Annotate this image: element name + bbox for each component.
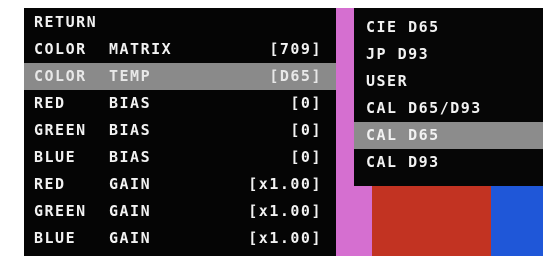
submenu-item-label: CIE D65 (366, 18, 440, 36)
menu-item-value: [709] (269, 40, 322, 58)
submenu-item-cal-d65-d93[interactable]: CAL D65/D93 (354, 95, 543, 122)
menu-item-label-2: BIAS (109, 94, 152, 112)
menu-item-label: RETURN (34, 13, 98, 31)
submenu-item-cal-d65[interactable]: CAL D65 (354, 122, 543, 149)
menu-item-value: [0] (290, 148, 322, 166)
menu-item-label-2: GAIN (109, 175, 152, 193)
menu-item-blue-bias[interactable]: BLUE BIAS [0] (24, 144, 336, 171)
menu-item-color-matrix[interactable]: COLOR MATRIX [709] (24, 36, 336, 63)
submenu-item-cie-d65[interactable]: CIE D65 (354, 14, 543, 41)
menu-item-green-gain[interactable]: GREEN GAIN [x1.00] (24, 198, 336, 225)
menu-item-value: [x1.00] (248, 229, 322, 247)
submenu-item-user[interactable]: USER (354, 68, 543, 95)
submenu-item-jp-d93[interactable]: JP D93 (354, 41, 543, 68)
menu-item-color-temp[interactable]: COLOR TEMP [D65] (24, 63, 336, 90)
menu-item-return[interactable]: RETURN (24, 9, 336, 36)
osd-main-menu: RETURN COLOR MATRIX [709] COLOR TEMP [D6… (24, 8, 336, 256)
menu-item-label: BLUE (34, 148, 77, 166)
menu-item-label-2: GAIN (109, 202, 152, 220)
menu-item-label-2: GAIN (109, 229, 152, 247)
menu-item-label: COLOR (34, 67, 87, 85)
menu-item-value: [0] (290, 94, 322, 112)
menu-item-value: [x1.00] (248, 202, 322, 220)
menu-item-red-bias[interactable]: RED BIAS [0] (24, 90, 336, 117)
menu-item-value: [D65] (269, 67, 322, 85)
monitor-screen: RETURN COLOR MATRIX [709] COLOR TEMP [D6… (24, 8, 543, 256)
submenu-item-label: CAL D65 (366, 126, 440, 144)
menu-item-label-2: MATRIX (109, 40, 173, 58)
color-temp-submenu: CIE D65 JP D93 USER CAL D65/D93 CAL D65 … (354, 8, 543, 186)
menu-item-label: GREEN (34, 202, 87, 220)
menu-item-label-2: BIAS (109, 121, 152, 139)
menu-item-green-bias[interactable]: GREEN BIAS [0] (24, 117, 336, 144)
submenu-item-label: CAL D93 (366, 153, 440, 171)
menu-item-red-gain[interactable]: RED GAIN [x1.00] (24, 171, 336, 198)
menu-item-value: [x1.00] (248, 175, 322, 193)
red-color-bar (372, 186, 491, 256)
menu-item-label-2: TEMP (109, 67, 152, 85)
submenu-item-label: USER (366, 72, 409, 90)
menu-item-label-2: BIAS (109, 148, 152, 166)
menu-item-blue-gain[interactable]: BLUE GAIN [x1.00] (24, 225, 336, 252)
submenu-item-cal-d93[interactable]: CAL D93 (354, 149, 543, 176)
blue-color-bar (491, 186, 543, 256)
menu-item-label: BLUE (34, 229, 77, 247)
menu-item-label: COLOR (34, 40, 87, 58)
menu-item-label: RED (34, 94, 66, 112)
menu-item-label: RED (34, 175, 66, 193)
submenu-item-label: JP D93 (366, 45, 430, 63)
menu-item-label: GREEN (34, 121, 87, 139)
submenu-item-label: CAL D65/D93 (366, 99, 482, 117)
menu-item-value: [0] (290, 121, 322, 139)
